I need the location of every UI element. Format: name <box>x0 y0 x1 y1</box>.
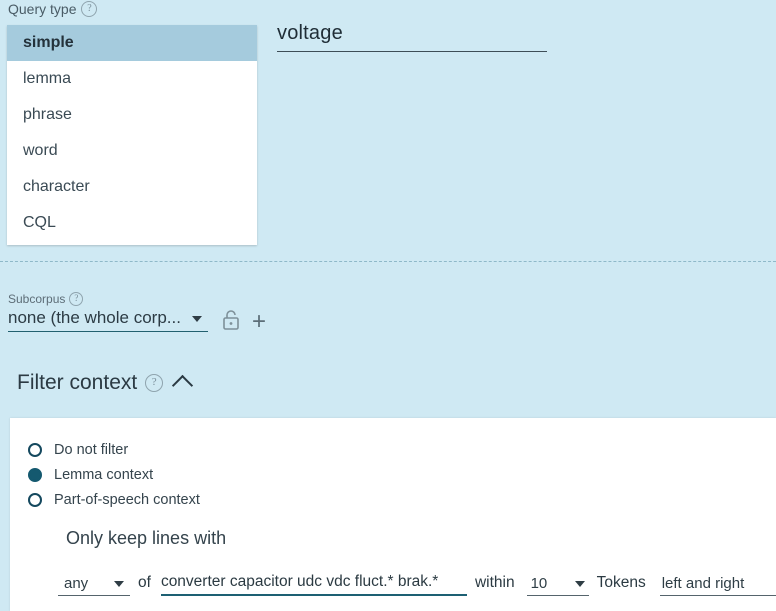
filter-terms-value: converter capacitor udc vdc fluct.* brak… <box>160 573 439 590</box>
within-label: within <box>474 574 515 591</box>
filter-terms-input[interactable]: converter capacitor udc vdc fluct.* brak… <box>160 573 467 596</box>
query-input-wrapper[interactable]: voltage <box>277 22 547 52</box>
filter-context-title: Filter context <box>17 371 138 394</box>
subcorpus-block: Subcorpus ? none (the whole corp... + <box>8 292 266 334</box>
query-type-label-text: Query type <box>8 1 77 17</box>
query-input[interactable]: voltage <box>277 22 547 51</box>
chevron-down-icon[interactable] <box>192 316 202 322</box>
tokens-label: Tokens <box>596 574 646 591</box>
radio-label: Lemma context <box>54 466 154 483</box>
subcorpus-label-text: Subcorpus <box>8 292 66 306</box>
radio-lemma-context[interactable]: Lemma context <box>28 462 200 487</box>
query-type-option-word[interactable]: word <box>7 133 257 169</box>
subcorpus-selected-value: none (the whole corp... <box>8 308 181 327</box>
plus-icon[interactable]: + <box>252 310 266 334</box>
side-select[interactable]: left and right <box>659 575 776 596</box>
help-circle-icon[interactable]: ? <box>145 374 164 392</box>
radio-label: Part-of-speech context <box>54 491 200 508</box>
query-type-option-simple[interactable]: simple <box>7 25 257 61</box>
query-type-option-phrase[interactable]: phrase <box>7 97 257 133</box>
radio-do-not-filter[interactable]: Do not filter <box>28 437 200 462</box>
only-keep-lines-label: Only keep lines with <box>66 528 227 548</box>
radio-label: Do not filter <box>54 441 129 458</box>
radio-indicator-selected[interactable] <box>28 467 42 482</box>
section-divider <box>0 261 776 262</box>
within-value-select[interactable]: 10 <box>526 575 589 596</box>
radio-indicator[interactable] <box>28 442 42 457</box>
radio-indicator[interactable] <box>28 492 42 507</box>
chevron-down-icon[interactable] <box>574 581 585 587</box>
filter-controls-row: any of converter capacitor udc vdc fluct… <box>58 573 776 596</box>
match-mode-select[interactable]: any <box>58 575 130 596</box>
query-type-listbox[interactable]: simple lemma phrase word character CQL <box>7 25 257 245</box>
filter-context-panel: Do not filter Lemma context Part-of-spee… <box>10 418 776 611</box>
unlock-icon[interactable] <box>222 309 240 331</box>
within-value: 10 <box>530 575 548 592</box>
subcorpus-label: Subcorpus ? <box>8 292 266 306</box>
query-type-option-lemma[interactable]: lemma <box>7 61 257 97</box>
match-mode-value: any <box>64 575 89 592</box>
filter-context-header[interactable]: Filter context ? <box>17 371 194 397</box>
subcorpus-row: none (the whole corp... + <box>8 308 266 334</box>
filter-mode-radio-group: Do not filter Lemma context Part-of-spee… <box>28 437 200 512</box>
radio-part-of-speech-context[interactable]: Part-of-speech context <box>28 487 200 512</box>
chevron-up-icon[interactable] <box>172 374 194 397</box>
query-type-option-character[interactable]: character <box>7 169 257 205</box>
of-label: of <box>138 574 151 591</box>
side-value: left and right <box>661 575 745 592</box>
help-circle-icon[interactable]: ? <box>69 292 84 306</box>
query-input-underline <box>277 51 547 52</box>
query-type-label: Query type ? <box>8 1 98 17</box>
help-circle-icon[interactable]: ? <box>81 1 98 17</box>
query-type-option-cql[interactable]: CQL <box>7 205 257 241</box>
subcorpus-select[interactable]: none (the whole corp... <box>8 308 208 332</box>
chevron-down-icon[interactable] <box>114 581 124 587</box>
